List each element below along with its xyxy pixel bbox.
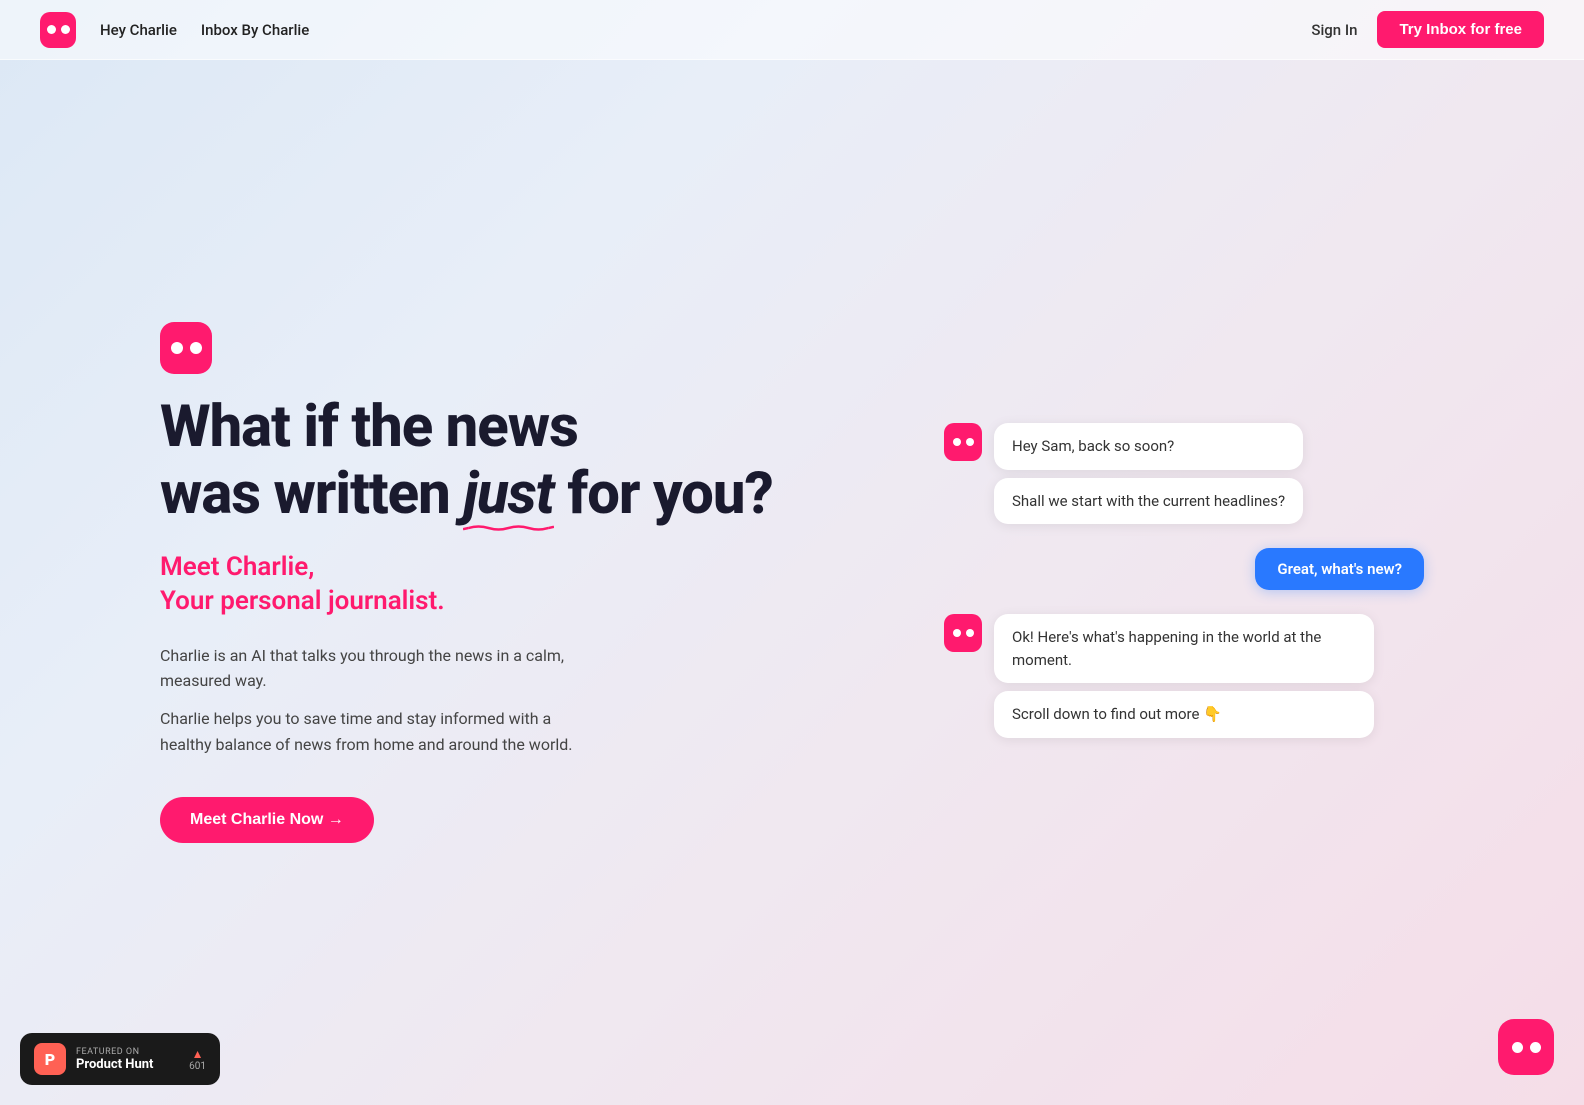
hero-subtitle: Meet Charlie, Your personal journalist. (160, 551, 445, 619)
product-hunt-featured-label: FEATURED ON (76, 1047, 153, 1057)
product-hunt-logo: P (34, 1043, 66, 1075)
meet-charlie-button[interactable]: Meet Charlie Now → (160, 797, 374, 843)
nav-inbox-by-charlie[interactable]: Inbox By Charlie (201, 21, 309, 39)
ghost-eyes-chat2 (953, 629, 974, 637)
chat-messages-2: Ok! Here's what's happening in the world… (994, 614, 1374, 738)
product-hunt-badge[interactable]: P FEATURED ON Product Hunt ▲ 601 (20, 1033, 220, 1085)
product-hunt-text: FEATURED ON Product Hunt (76, 1047, 153, 1072)
hero-desc2: Charlie helps you to save time and stay … (160, 706, 600, 757)
ghost-eyes-bottom (1512, 1042, 1541, 1053)
ghost-eye-c1-right (966, 438, 974, 446)
product-hunt-arrow: ▲ (192, 1047, 204, 1061)
sign-in-link[interactable]: Sign In (1311, 21, 1357, 39)
chat-bubble-4: Scroll down to find out more 👇 (994, 691, 1374, 738)
nav-right: Sign In Try Inbox for free (1311, 11, 1544, 48)
charlie-avatar-1 (944, 423, 982, 461)
headline-em: just (463, 461, 554, 528)
subtitle-line1: Meet Charlie, (160, 551, 445, 585)
product-hunt-count: ▲ 601 (189, 1047, 206, 1072)
headline-part3: for you? (554, 460, 773, 528)
product-hunt-number: 601 (189, 1061, 206, 1072)
ghost-eye-c2-left (953, 629, 961, 637)
ghost-eye-c1-left (953, 438, 961, 446)
navbar: Hey Charlie Inbox By Charlie Sign In Try… (0, 0, 1584, 60)
user-reply-row: Great, what's new? (944, 548, 1424, 590)
ghost-eye-left (47, 25, 56, 34)
subtitle-line2: Your personal journalist. (160, 585, 445, 619)
chat-section-2: Ok! Here's what's happening in the world… (944, 614, 1424, 738)
ghost-eye-bottom-left (1512, 1042, 1523, 1053)
main-content: What if the news was written just for yo… (0, 60, 1584, 1105)
headline-part2: was written (160, 460, 463, 528)
chat-section-1: Hey Sam, back so soon? Shall we start wi… (944, 423, 1424, 524)
ghost-eye-right (61, 25, 70, 34)
ghost-eye-bottom-right (1530, 1042, 1541, 1053)
ghost-eyes-nav (47, 25, 70, 34)
product-hunt-name: Product Hunt (76, 1057, 153, 1072)
nav-logo (40, 12, 76, 48)
charlie-logo-large (160, 322, 212, 374)
nav-left: Hey Charlie Inbox By Charlie (40, 12, 309, 48)
hero-headline: What if the news was written just for yo… (160, 394, 773, 527)
chat-messages-1: Hey Sam, back so soon? Shall we start wi… (994, 423, 1303, 524)
headline-part1: What if the news (160, 393, 578, 461)
right-panel: Hey Sam, back so soon? Shall we start wi… (944, 403, 1424, 762)
left-panel: What if the news was written just for yo… (160, 322, 864, 843)
ghost-eye-c2-right (966, 629, 974, 637)
ghost-eye-large-right (190, 342, 202, 354)
chat-row-1: Hey Sam, back so soon? Shall we start wi… (944, 423, 1424, 524)
ghost-eye-large-left (171, 342, 183, 354)
nav-hey-charlie[interactable]: Hey Charlie (100, 21, 177, 39)
bottom-right-ghost (1498, 1019, 1554, 1075)
try-inbox-button[interactable]: Try Inbox for free (1377, 11, 1544, 48)
ghost-eyes-chat1 (953, 438, 974, 446)
hero-desc1: Charlie is an AI that talks you through … (160, 643, 600, 694)
chat-bubble-1: Hey Sam, back so soon? (994, 423, 1303, 470)
charlie-avatar-2 (944, 614, 982, 652)
user-reply-bubble: Great, what's new? (1255, 548, 1424, 590)
chat-bubble-3: Ok! Here's what's happening in the world… (994, 614, 1374, 683)
chat-row-2: Ok! Here's what's happening in the world… (944, 614, 1424, 738)
ghost-eyes-large (171, 342, 202, 354)
chat-bubble-2: Shall we start with the current headline… (994, 478, 1303, 525)
